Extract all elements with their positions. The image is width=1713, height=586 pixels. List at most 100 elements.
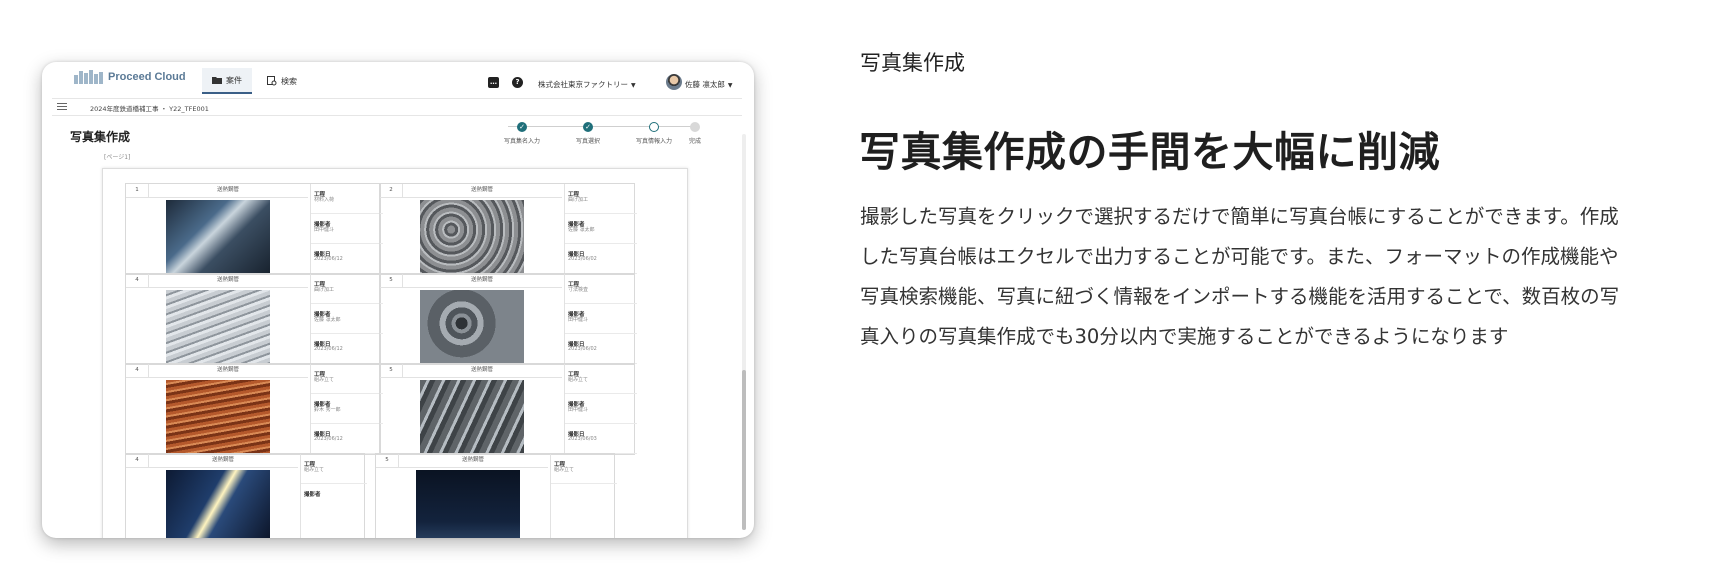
field-value[interactable]: 田中健斗 xyxy=(565,315,637,334)
photo-card[interactable]: 1 送熱鋼管 工程 材料入荷撮影者 田中健斗撮影日 2023/06/12 xyxy=(125,183,383,275)
page-label: [ページ1] xyxy=(104,154,131,161)
field-label: 撮影日 xyxy=(314,342,331,348)
photo-caption: 送熱鋼管 xyxy=(148,184,308,198)
nav-tab-search[interactable]: 検索 xyxy=(257,68,307,94)
photo-card[interactable]: 4 送熱鋼管 工程 曲げ加工 撮影者 佐藤 凛太郎 撮影日 2023/06/12 xyxy=(125,273,383,365)
field-value[interactable]: 2023/06/12 xyxy=(311,435,383,454)
photo-caption: 送熱鋼管 xyxy=(402,274,562,288)
photo-fields: 工程 寸法検査 撮影者 田中健斗 撮影日 2023/06/02 xyxy=(564,274,637,364)
field-label: 工程 xyxy=(314,282,326,288)
photo-number: 1 xyxy=(126,184,149,198)
breadcrumb[interactable]: 2024年度鉄道橋補工事 ・ Y22_TFE001 xyxy=(90,103,209,113)
photo-card[interactable]: 5 送熱鋼管 工程 組み立て 撮影者 田中健斗 撮影日 2023/06/03 xyxy=(379,363,637,455)
field-value[interactable]: 2023/06/02 xyxy=(565,255,637,274)
step-2: ✓ 写真選択 xyxy=(558,122,618,145)
photo-welding[interactable] xyxy=(166,470,270,538)
field-value[interactable]: 2023/06/02 xyxy=(565,345,637,364)
photo-number: 4 xyxy=(126,454,149,468)
field-label: 工程 xyxy=(314,192,326,198)
nav-tab-projects[interactable]: 案件 xyxy=(202,68,252,94)
field-value[interactable]: 曲げ加工 xyxy=(311,285,383,304)
company-name: 株式会社東京ファクトリー xyxy=(538,80,628,89)
photo-card[interactable]: 5 送熱鋼管 工程 組み立て xyxy=(375,453,617,538)
description-line: 写真検索機能、写真に紐づく情報をインポートする機能を活用することで、数百枚の写 xyxy=(860,285,1620,308)
photo-fields: 工程 組み立て xyxy=(550,454,617,538)
photo-steel-worker[interactable] xyxy=(166,200,270,274)
photo-card[interactable]: 4 送熱鋼管 工程 組み立て 撮影者 鈴木 秀一郎 撮影日 2023/06/12 xyxy=(125,363,383,455)
photo-fields: 工程 組み立て 撮影者 xyxy=(300,454,367,538)
check-icon: ✓ xyxy=(583,122,593,132)
photo-card[interactable]: 5 送熱鋼管 工程 寸法検査 撮影者 田中健斗 撮影日 2023/06/02 xyxy=(379,273,637,365)
field-label: 撮影者 xyxy=(314,402,331,408)
step-4: 完成 xyxy=(680,122,710,145)
photo-pipes[interactable] xyxy=(166,290,270,364)
field-value[interactable]: 組み立て xyxy=(565,375,637,394)
photo-number: 4 xyxy=(126,364,149,378)
company-selector[interactable]: 株式会社東京ファクトリー ▼ xyxy=(538,79,636,90)
page-title: 写真集作成 xyxy=(70,130,131,144)
field-value[interactable]: 組み立て xyxy=(551,465,617,484)
photo-night[interactable] xyxy=(416,470,520,538)
field-value[interactable]: 田中健斗 xyxy=(311,225,383,244)
section-label: 写真集作成 xyxy=(860,51,965,75)
chevron-down-icon: ▼ xyxy=(631,82,636,89)
photo-caption: 送熱鋼管 xyxy=(148,454,298,468)
user-menu[interactable]: 佐藤 凛太郎 ▼ xyxy=(685,79,733,90)
field-label: 撮影日 xyxy=(568,252,585,258)
section-description: 撮影した写真をクリックで選択するだけで簡単に写真台帳にすることができます。作成 … xyxy=(860,197,1688,357)
logo-text: Proceed Cloud xyxy=(108,71,186,83)
scrollbar-thumb[interactable] xyxy=(742,370,746,530)
field-label: 撮影者 xyxy=(568,312,585,318)
field-label: 工程 xyxy=(568,192,580,198)
help-icon[interactable]: ? xyxy=(512,77,523,88)
field-value[interactable]: 2023/06/03 xyxy=(565,435,637,454)
step-label: 写真集名入力 xyxy=(503,138,540,145)
field-value[interactable]: 2023/06/12 xyxy=(311,345,383,364)
menu-icon[interactable] xyxy=(57,103,67,112)
field-value[interactable]: 佐藤 凛太郎 xyxy=(565,225,637,244)
field-value[interactable]: 材料入荷 xyxy=(311,195,383,214)
step-label: 完成 xyxy=(688,138,701,145)
step-3: 写真情報入力 xyxy=(624,122,684,145)
photo-copper[interactable] xyxy=(166,380,270,454)
field-value[interactable]: 組み立て xyxy=(311,375,383,394)
step-label: 写真情報入力 xyxy=(635,138,672,145)
field-label: 工程 xyxy=(568,282,580,288)
field-value[interactable]: 佐藤 凛太郎 xyxy=(311,315,383,334)
photo-angles[interactable] xyxy=(420,380,524,454)
photo-number: 2 xyxy=(380,184,403,198)
avatar[interactable] xyxy=(666,74,682,90)
photo-steel-rolls[interactable] xyxy=(420,290,524,364)
photo-fields: 工程 曲げ加工 撮影者 佐藤 凛太郎 撮影日 2023/06/12 xyxy=(310,274,383,364)
field-label: 撮影者 xyxy=(304,492,321,498)
logo[interactable]: Proceed Cloud xyxy=(74,70,186,84)
photo-card[interactable]: 4 送熱鋼管 工程 組み立て撮影者 xyxy=(125,453,367,538)
description-line: 真入りの写真集作成でも30分以内で実施することができるようになります xyxy=(860,325,1509,348)
chat-icon[interactable]: … xyxy=(488,77,499,88)
field-label: 撮影者 xyxy=(568,222,585,228)
photo-fields: 工程 組み立て 撮影者 田中健斗 撮影日 2023/06/03 xyxy=(564,364,637,454)
step-1: ✓ 写真集名入力 xyxy=(492,122,552,145)
image-search-icon xyxy=(267,76,277,86)
field-value[interactable]: 田中健斗 xyxy=(565,405,637,424)
photo-card[interactable]: 2 送熱鋼管 工程 曲げ加工 撮影者 佐藤 凛太郎 撮影日 2023/06/02 xyxy=(379,183,637,275)
photo-fields: 工程 組み立て 撮影者 鈴木 秀一郎 撮影日 2023/06/12 xyxy=(310,364,383,454)
photo-number: 5 xyxy=(376,454,399,468)
photo-caption: 送熱鋼管 xyxy=(402,364,562,378)
field-label: 工程 xyxy=(554,462,566,468)
field-label: 工程 xyxy=(568,372,580,378)
field-value[interactable]: 寸法検査 xyxy=(565,285,637,304)
field-label: 工程 xyxy=(304,462,316,468)
field-value[interactable]: 組み立て xyxy=(301,465,367,484)
step-label: 写真選択 xyxy=(575,138,600,145)
photo-steel-coils[interactable] xyxy=(420,200,524,274)
field-value[interactable]: 鈴木 秀一郎 xyxy=(311,405,383,424)
photo-caption: 送熱鋼管 xyxy=(148,274,308,288)
field-label: 撮影日 xyxy=(314,252,331,258)
photo-caption: 送熱鋼管 xyxy=(148,364,308,378)
user-name: 佐藤 凛太郎 xyxy=(685,80,725,89)
field-value[interactable]: 曲げ加工 xyxy=(565,195,637,214)
field-label: 撮影者 xyxy=(314,222,331,228)
field-value[interactable]: 2023/06/12 xyxy=(311,255,383,274)
section-heading: 写真集作成の手間を大幅に削減 xyxy=(859,128,1440,176)
